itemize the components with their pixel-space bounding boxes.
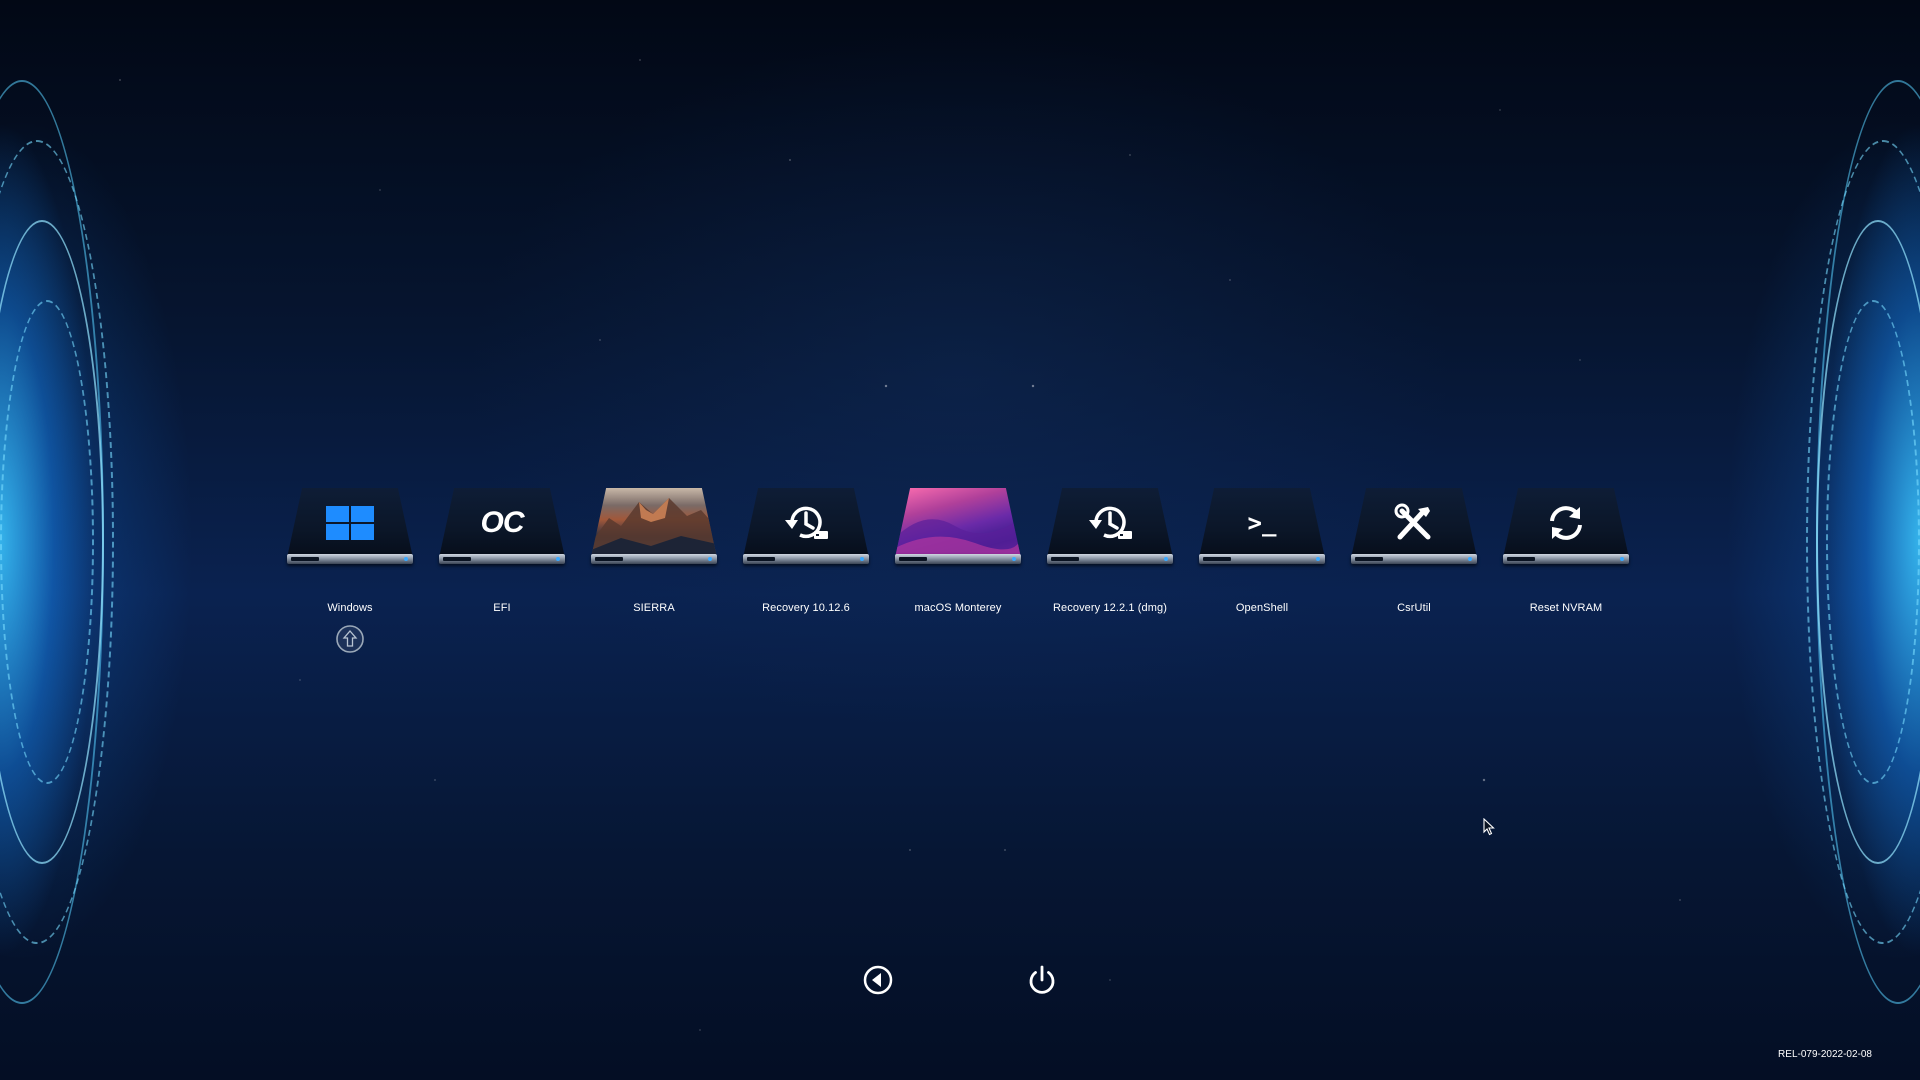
boot-entry-label: CsrUtil [1397,602,1431,614]
boot-entry-sierra[interactable]: SIERRA [589,488,719,614]
boot-entry-label: Reset NVRAM [1529,602,1603,614]
drive-graphic: >_ [1199,488,1325,566]
drive-graphic [1047,488,1173,566]
left-portal-decoration [0,0,300,1080]
selection-arrow-icon [335,624,365,654]
recovery-history-icon [1047,500,1173,546]
right-portal-decoration [1620,0,1920,1080]
boot-entry-csrutil[interactable]: CsrUtil [1349,488,1479,614]
boot-entry-label: SIERRA [633,602,675,614]
macos-monterey-wallpaper-icon [895,488,1021,558]
boot-entry-efi[interactable]: OC EFI [437,488,567,614]
macos-sierra-wallpaper-icon [591,488,717,558]
boot-entry-reset-nvram[interactable]: Reset NVRAM [1501,488,1631,614]
back-arrow-icon [863,965,893,995]
drive-graphic [1351,488,1477,566]
boot-entry-list: Windows OC EFI SIERRA Recovery 10.12.6 m… [285,488,1640,658]
recovery-history-icon [743,500,869,546]
windows-logo-icon [287,500,413,546]
boot-entry-label: EFI [493,602,511,614]
power-icon [1029,965,1055,994]
boot-entry-label: macOS Monterey [914,602,1002,614]
drive-graphic [1503,488,1629,566]
drive-graphic [591,488,717,566]
drive-graphic [895,488,1021,566]
shutdown-button[interactable] [1025,963,1059,997]
boot-entry-recovery-12-2-1[interactable]: Recovery 12.2.1 (dmg) [1045,488,1175,614]
drive-graphic [287,488,413,566]
boot-entry-label: OpenShell [1235,602,1289,614]
opencore-icon: OC [480,506,525,539]
back-button[interactable] [861,963,895,997]
drive-graphic: OC [439,488,565,566]
boot-entry-openshell[interactable]: >_ OpenShell [1197,488,1327,614]
boot-entry-macos-monterey[interactable]: macOS Monterey [893,488,1023,614]
boot-entry-windows[interactable]: Windows [285,488,415,653]
boot-picker-screen: Windows OC EFI SIERRA Recovery 10.12.6 m… [0,0,1920,1080]
boot-entry-label: Windows [327,602,373,614]
mouse-pointer-icon [1483,817,1495,836]
boot-entry-label: Recovery 10.12.6 [762,602,850,614]
tools-icon [1351,500,1477,546]
version-label: REL-079-2022-02-08 [1778,1049,1872,1060]
boot-entry-recovery-10-12-6[interactable]: Recovery 10.12.6 [741,488,871,614]
terminal-prompt-icon: >_ [1247,509,1277,537]
boot-entry-label: Recovery 12.2.1 (dmg) [1053,602,1167,614]
drive-graphic [743,488,869,566]
refresh-icon [1503,500,1629,546]
